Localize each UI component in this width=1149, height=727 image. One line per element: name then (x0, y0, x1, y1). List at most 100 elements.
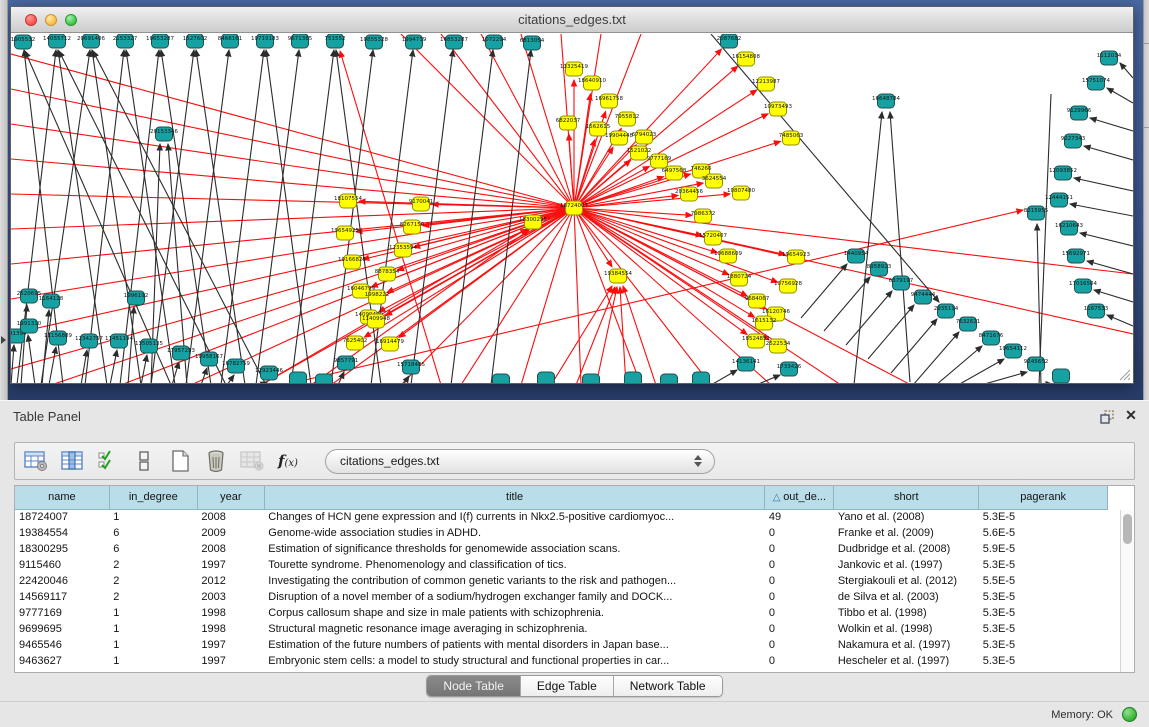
table-cell[interactable]: 1 (109, 653, 197, 669)
table-row[interactable]: 2242004622012Investigating the contribut… (15, 573, 1108, 589)
tab-node-table[interactable]: Node Table (427, 676, 521, 696)
table-scrollbar-thumb[interactable] (1123, 514, 1132, 544)
table-cell[interactable]: 0 (765, 637, 834, 653)
table-cell[interactable]: 22420046 (15, 573, 109, 589)
graph-node[interactable]: 12093852 (1049, 166, 1077, 180)
table-cell[interactable]: 1 (109, 509, 197, 525)
graph-node[interactable]: 10855328 (360, 35, 388, 49)
tab-network-table[interactable]: Network Table (614, 676, 722, 696)
graph-node[interactable]: 10958167 (195, 352, 223, 366)
graph-node[interactable]: 10807480 (727, 186, 755, 200)
table-cell[interactable]: 5.3E-5 (979, 621, 1108, 637)
table-cell[interactable]: Structural magnetic resonance image aver… (264, 621, 765, 637)
table-cell[interactable]: 1 (109, 637, 197, 653)
column-header-name[interactable]: name (15, 486, 109, 509)
graph-node[interactable]: 6794023 (632, 130, 657, 144)
table-cell[interactable]: 2008 (197, 541, 264, 557)
graph-node[interactable]: 15718485 (397, 360, 425, 374)
graph-node[interactable]: 12353594 (389, 243, 417, 257)
delete-table-icon[interactable] (239, 448, 265, 474)
graph-edge[interactable] (846, 291, 892, 345)
graph-node[interactable]: 1996192 (124, 291, 149, 305)
graph-edge[interactable] (620, 287, 626, 383)
table-row[interactable]: 1456911722003Disruption of a novel membe… (15, 589, 1108, 605)
graph-edge[interactable] (1120, 63, 1133, 78)
graph-node[interactable]: 11156889 (44, 331, 72, 345)
table-cell[interactable]: 14569117 (15, 589, 109, 605)
table-cell[interactable]: 2 (109, 557, 197, 573)
table-row[interactable]: 977716911998Corpus callosum shape and si… (15, 605, 1108, 621)
table-cell[interactable]: 9699695 (15, 621, 109, 637)
graph-node[interactable]: 15692971 (1062, 249, 1090, 263)
graph-node[interactable]: 13505135 (135, 339, 163, 353)
graph-node[interactable]: 14055712 (43, 34, 71, 48)
graph-edge[interactable] (596, 287, 617, 383)
graph-node[interactable]: 9227343 (1061, 134, 1086, 148)
graph-node[interactable] (290, 372, 307, 383)
graph-node[interactable]: 18107554 (334, 194, 362, 208)
table-cell[interactable]: 5.6E-5 (979, 525, 1108, 541)
table-cell[interactable]: 0 (765, 525, 834, 541)
graph-node[interactable]: 6822037 (556, 116, 581, 130)
graph-node[interactable]: 8267150 (400, 220, 425, 234)
table-cell[interactable]: 0 (765, 605, 834, 621)
graph-node[interactable] (538, 372, 555, 383)
graph-node[interactable]: 16853287 (440, 35, 468, 49)
graph-edge[interactable] (1107, 88, 1133, 103)
graph-edge[interactable] (93, 51, 266, 383)
graph-node[interactable]: 1880724 (727, 272, 752, 286)
table-cell[interactable]: 5.3E-5 (979, 605, 1108, 621)
float-panel-icon[interactable] (1099, 409, 1115, 425)
memory-status-indicator[interactable] (1122, 707, 1137, 722)
new-column-icon[interactable] (167, 448, 193, 474)
graph-edge[interactable] (411, 50, 453, 383)
network-window-titlebar[interactable]: citations_edges.txt (11, 7, 1133, 33)
table-cell[interactable]: 2003 (197, 589, 264, 605)
table-cell[interactable]: 1997 (197, 557, 264, 573)
table-cell[interactable]: Franke et al. (2009) (834, 525, 979, 541)
graph-node[interactable]: 19166825 (338, 255, 366, 269)
table-cell[interactable]: de Silva et al. (2003) (834, 589, 979, 605)
table-cell[interactable]: 9465546 (15, 637, 109, 653)
graph-edge[interactable] (1084, 146, 1133, 160)
graph-node[interactable]: 16782759 (222, 359, 250, 373)
graph-node[interactable]: 9474444 (911, 290, 936, 304)
graph-node[interactable]: 7986372 (691, 209, 716, 223)
table-cell[interactable]: 5.5E-5 (979, 573, 1108, 589)
table-cell[interactable]: 1 (109, 605, 197, 621)
graph-node[interactable]: 8878354 (375, 267, 400, 281)
graph-node[interactable]: 9671385 (288, 34, 313, 48)
column-header-in_degree[interactable]: in_degree (109, 486, 197, 509)
table-cell[interactable]: Nakamura et al. (1997) (834, 637, 979, 653)
table-cell[interactable]: 0 (765, 589, 834, 605)
graph-node[interactable] (583, 374, 600, 383)
table-cell[interactable]: 2009 (197, 525, 264, 541)
graph-edge[interactable] (441, 34, 574, 208)
tab-edge-table[interactable]: Edge Table (521, 676, 614, 696)
graph-node[interactable]: 1905532 (11, 35, 35, 49)
graph-edge[interactable] (1087, 261, 1133, 274)
table-cell[interactable]: 6 (109, 525, 197, 541)
graph-node[interactable] (493, 374, 510, 383)
expand-left-panel-icon[interactable] (1, 336, 6, 344)
graph-node[interactable]: 9170041 (409, 197, 434, 211)
graph-node[interactable]: 16210643 (1055, 221, 1083, 235)
graph-node[interactable]: 12342757 (75, 334, 103, 348)
graph-edge[interactable] (711, 34, 939, 302)
table-scrollbar[interactable] (1120, 510, 1133, 672)
graph-node[interactable]: 9129966 (1067, 106, 1092, 120)
graph-node[interactable]: 11451194 (105, 334, 133, 348)
graph-node[interactable]: 1527602 (183, 34, 208, 48)
graph-node[interactable]: 8471676 (979, 331, 1004, 345)
table-cell[interactable]: Stergiakouli et al. (2012) (834, 573, 979, 589)
graph-node[interactable]: 2935114 (934, 304, 959, 318)
graph-node[interactable]: 20691406 (77, 34, 105, 48)
graph-node[interactable]: 10654112 (999, 344, 1027, 358)
graph-node[interactable] (661, 374, 678, 383)
graph-node[interactable]: 17016504 (1069, 279, 1097, 293)
graph-edge[interactable] (1074, 178, 1133, 191)
graph-node[interactable]: 12923446 (255, 366, 283, 380)
graph-edge[interactable] (1039, 94, 1051, 383)
graph-edge[interactable] (574, 208, 1133, 334)
graph-node[interactable] (316, 374, 333, 383)
